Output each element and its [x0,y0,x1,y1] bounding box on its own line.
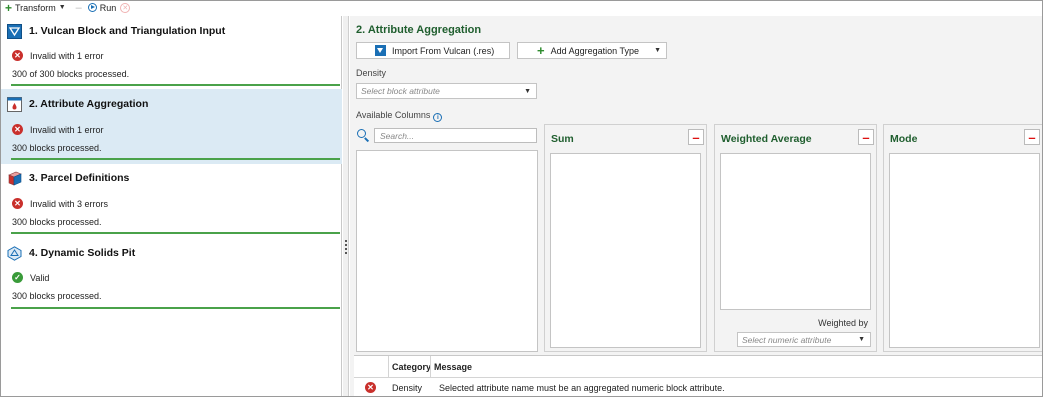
progress-bar [11,84,340,86]
status-text: Invalid with 1 error [30,124,104,135]
density-placeholder: Select block attribute [361,86,440,96]
plus-icon: + [537,43,545,58]
toolbar: + Transform ▼ – Run ✕ [1,1,1042,14]
chevron-down-icon: ▼ [858,336,865,343]
error-icon: ✕ [365,382,376,393]
density-select[interactable]: Select block attribute ▼ [356,83,537,99]
progress-bar [11,307,340,309]
panel-splitter[interactable] [343,16,349,396]
mode-heading: Mode [890,133,918,145]
chevron-down-icon: ▼ [654,47,661,54]
import-label: Import From Vulcan (.res) [392,45,495,56]
transform-menu[interactable]: + Transform ▼ [1,1,66,14]
step-status: ✕ Invalid with 3 errors [12,198,108,209]
status-text: Invalid with 1 error [30,50,104,61]
message-column-header[interactable]: Message [430,356,1042,378]
chevron-down-icon: ▼ [58,4,66,11]
available-columns-label: Available Columns [356,110,431,120]
vulcan-triangle-icon [7,24,22,39]
step-title: 1. Vulcan Block and Triangulation Input [29,25,226,37]
mode-column-panel: Mode – [883,124,1042,352]
step-parcel-definitions[interactable]: 3. Parcel Definitions ✕ Invalid with 3 e… [1,164,342,238]
mode-list[interactable] [889,153,1040,348]
cancel-icon[interactable]: ✕ [120,2,131,13]
chevron-down-icon: ▼ [524,87,531,95]
processed-text: 300 blocks processed. [12,143,102,153]
aggregation-icon [7,97,22,112]
attribute-aggregation-panel: 2. Attribute Aggregation Import From Vul… [350,16,1042,396]
sum-heading: Sum [551,133,574,145]
transform-label: Transform [15,2,56,13]
available-columns-list[interactable] [356,150,538,352]
grip-handle-icon[interactable] [345,240,347,254]
progress-bar [11,158,340,160]
grid-header: Category Message [354,356,1042,378]
messages-grid: Category Message ✕ Density Selected attr… [354,355,1042,396]
remove-mode-button[interactable]: – [1024,129,1040,145]
weighted-by-placeholder: Select numeric attribute [742,334,832,345]
step-status: ✓ Valid [12,272,49,283]
plus-icon: + [5,0,13,15]
remove-icon[interactable]: – [76,2,82,14]
step-attribute-aggregation[interactable]: 2. Attribute Aggregation ✕ Invalid with … [1,89,342,164]
weighted-average-heading: Weighted Average [721,133,812,145]
search-input[interactable]: Search... [374,128,537,143]
available-columns-heading: Available Columns i [356,110,443,122]
page-title: 2. Attribute Aggregation [356,24,482,36]
weighted-average-column-panel: Weighted Average – Weighted by Select nu… [714,124,877,352]
pit-icon [7,246,22,261]
sum-list[interactable] [550,153,701,348]
step-title: 2. Attribute Aggregation [29,98,149,110]
run-label: Run [99,2,117,13]
progress-bar [11,232,340,234]
category-cell: Density [392,382,423,393]
steps-panel: 1. Vulcan Block and Triangulation Input … [1,16,342,396]
run-button[interactable]: Run ✕ [87,1,131,14]
check-icon: ✓ [12,272,23,283]
density-label: Density [356,68,387,78]
error-icon: ✕ [12,50,23,61]
step-status: ✕ Invalid with 1 error [12,124,104,135]
weighted-by-select[interactable]: Select numeric attribute ▼ [737,332,871,347]
play-icon [87,3,97,12]
status-text: Invalid with 3 errors [30,198,109,209]
vulcan-triangle-icon [375,45,386,56]
available-columns-panel: Search... [354,124,540,352]
step-dynamic-solids-pit[interactable]: 4. Dynamic Solids Pit ✓ Valid 300 blocks… [1,238,342,312]
processed-text: 300 blocks processed. [12,291,102,301]
add-label: Add Aggregation Type [550,45,639,56]
search-icon [357,129,366,138]
weighted-by-label: Weighted by [818,318,868,328]
table-row[interactable]: ✕ Density Selected attribute name must b… [354,379,1042,396]
weighted-average-list[interactable] [720,153,871,310]
status-text: Valid [30,272,50,283]
sum-column-panel: Sum – [544,124,707,352]
processed-text: 300 of 300 blocks processed. [12,69,130,79]
add-aggregation-type-dropdown[interactable]: + Add Aggregation Type ▼ [517,42,667,59]
step-vulcan-input[interactable]: 1. Vulcan Block and Triangulation Input … [1,16,342,89]
remove-weighted-average-button[interactable]: – [858,129,874,145]
step-title: 4. Dynamic Solids Pit [29,247,136,259]
error-icon: ✕ [12,124,23,135]
cube-icon [8,171,22,186]
processed-text: 300 blocks processed. [12,217,102,227]
info-icon[interactable]: i [433,113,443,122]
remove-sum-button[interactable]: – [688,129,704,145]
severity-cell: ✕ [365,379,385,396]
import-from-vulcan-button[interactable]: Import From Vulcan (.res) [356,42,510,59]
category-column-header[interactable]: Category [388,356,431,378]
error-icon: ✕ [12,198,23,209]
step-status: ✕ Invalid with 1 error [12,50,104,61]
message-cell: Selected attribute name must be an aggre… [439,382,725,393]
search-placeholder: Search... [380,130,415,141]
step-title: 3. Parcel Definitions [29,172,130,184]
